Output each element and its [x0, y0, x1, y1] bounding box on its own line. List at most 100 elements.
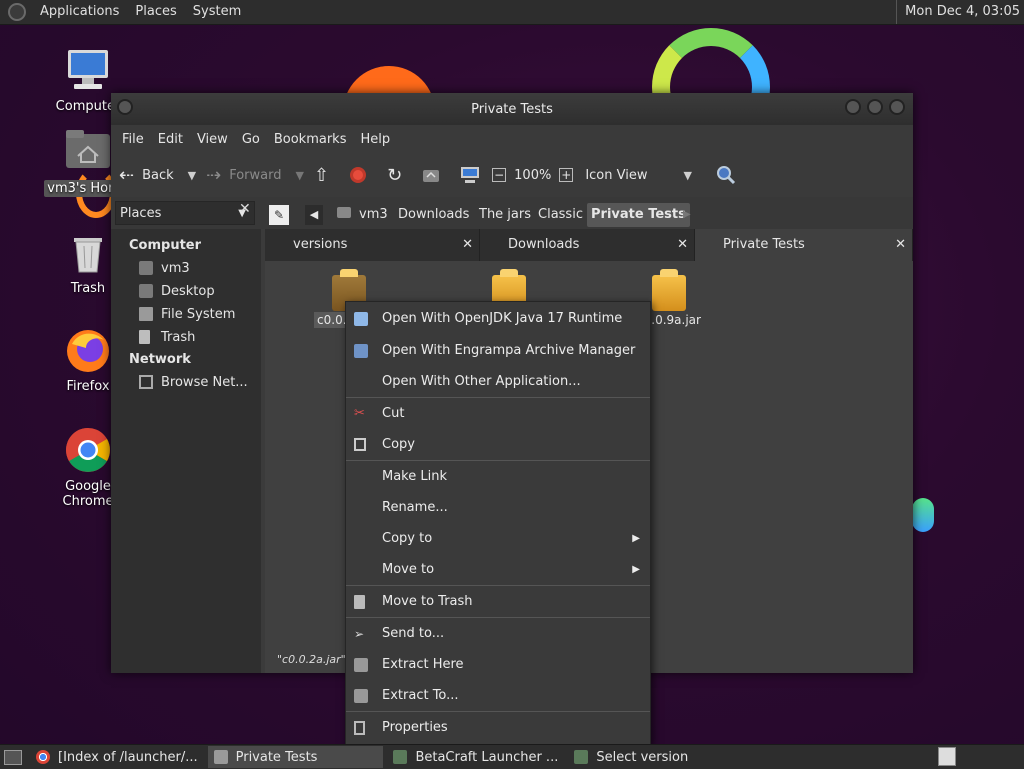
- sidebar-item-vm3[interactable]: vm3: [111, 257, 261, 280]
- menu-copy-to[interactable]: Copy to ▶: [346, 524, 650, 554]
- show-desktop-button[interactable]: [0, 746, 26, 768]
- menu-help[interactable]: Help: [353, 132, 397, 147]
- archive-manager-icon: [354, 344, 368, 358]
- view-mode-select[interactable]: Icon View: [585, 168, 647, 183]
- menu-send-to[interactable]: ➢ Send to...: [346, 619, 650, 649]
- stop-icon[interactable]: [349, 166, 367, 184]
- forward-button[interactable]: ⇢ Forward: [206, 165, 281, 186]
- zoom-in-icon[interactable]: +: [559, 168, 574, 182]
- menu-item-label: Properties: [382, 720, 448, 735]
- extract-icon: [354, 689, 368, 703]
- menu-edit[interactable]: Edit: [151, 132, 190, 147]
- edit-location-icon[interactable]: ✎: [269, 205, 289, 225]
- tab-versions[interactable]: versions ✕: [265, 229, 480, 261]
- workspace-switcher[interactable]: [938, 747, 956, 766]
- places-selector[interactable]: Places ▼: [115, 201, 255, 225]
- menu-item-label: Open With Other Application...: [382, 374, 581, 389]
- menu-move-to-trash[interactable]: Move to Trash: [346, 587, 650, 617]
- desktop-icon-label: Trash: [70, 281, 106, 296]
- mate-menu-icon[interactable]: [8, 3, 26, 21]
- menu-extract-here[interactable]: Extract Here: [346, 650, 650, 680]
- menu-item-label: Make Link: [382, 469, 447, 484]
- home-folder-icon: [139, 261, 153, 275]
- breadcrumb-left-icon[interactable]: ◀: [305, 205, 323, 225]
- close-tab-icon[interactable]: ✕: [677, 229, 688, 261]
- applications-menu[interactable]: Applications: [32, 0, 127, 24]
- forward-history-dropdown-icon[interactable]: ▼: [296, 169, 304, 182]
- sidebar-item-trash[interactable]: Trash: [111, 326, 261, 349]
- window-menu-icon[interactable]: [117, 99, 133, 115]
- menu-item-label: Cut: [382, 406, 405, 421]
- taskbar-item-chrome[interactable]: [Index of /launcher/...: [30, 746, 204, 768]
- titlebar[interactable]: Private Tests: [111, 93, 913, 125]
- up-icon[interactable]: ⇧: [314, 165, 329, 186]
- search-icon[interactable]: [716, 165, 736, 185]
- menu-file[interactable]: File: [115, 132, 151, 147]
- home-folder-icon: [64, 128, 112, 176]
- reload-icon[interactable]: ↻: [387, 165, 402, 186]
- extract-icon: [354, 658, 368, 672]
- tab-downloads[interactable]: Downloads ✕: [480, 229, 695, 261]
- desktop-folder-icon: [139, 284, 153, 298]
- zoom-out-icon[interactable]: −: [492, 168, 507, 182]
- system-menu[interactable]: System: [185, 0, 249, 24]
- breadcrumb-right-icon[interactable]: ▶: [683, 209, 691, 220]
- betacraft-icon: [393, 750, 408, 764]
- breadcrumb-the-jars[interactable]: The jars: [475, 203, 535, 227]
- taskbar-item-label: [Index of /launcher/...: [58, 749, 198, 765]
- show-desktop-icon: [4, 749, 22, 765]
- menu-bookmarks[interactable]: Bookmarks: [267, 132, 354, 147]
- maximize-icon[interactable]: [867, 99, 883, 115]
- close-tab-icon[interactable]: ✕: [462, 229, 473, 261]
- taskbar-item-file-manager[interactable]: Private Tests: [207, 746, 384, 768]
- menu-make-link[interactable]: Make Link: [346, 462, 650, 492]
- menu-item-label: Open With OpenJDK Java 17 Runtime: [382, 311, 623, 326]
- computer-location-icon[interactable]: [460, 166, 480, 184]
- sidebar-item-file-system[interactable]: File System: [111, 303, 261, 326]
- menu-open-with-java[interactable]: Open With OpenJDK Java 17 Runtime: [346, 304, 650, 334]
- menu-move-to[interactable]: Move to ▶: [346, 555, 650, 585]
- tab-private-tests[interactable]: Private Tests ✕: [695, 229, 913, 261]
- menu-properties[interactable]: Properties: [346, 713, 650, 743]
- taskbar-item-select-version[interactable]: Select version: [568, 746, 694, 768]
- close-icon[interactable]: [889, 99, 905, 115]
- menu-view[interactable]: View: [190, 132, 235, 147]
- submenu-arrow-icon: ▶: [632, 533, 640, 544]
- close-tab-icon[interactable]: ✕: [895, 229, 906, 261]
- location-row: Places ▼ ✕ ✎ ◀ vm3 Downloads The jars Cl…: [111, 197, 913, 229]
- tab-label: Downloads: [508, 237, 580, 252]
- sidebar-item-browse-network[interactable]: Browse Net...: [111, 371, 261, 394]
- menu-open-with-other[interactable]: Open With Other Application...: [346, 367, 650, 397]
- places-menu[interactable]: Places: [127, 0, 184, 24]
- places-label: Places: [120, 205, 162, 221]
- menu-cut[interactable]: ✂ Cut: [346, 399, 650, 429]
- breadcrumb-classic[interactable]: Classic: [534, 203, 587, 227]
- minimize-icon[interactable]: [845, 99, 861, 115]
- menu-item-label: Move to: [382, 562, 435, 577]
- clock[interactable]: Mon Dec 4, 03:05: [896, 0, 1020, 24]
- breadcrumb-private-tests[interactable]: Private Tests: [587, 203, 690, 227]
- breadcrumb-vm3[interactable]: vm3: [333, 203, 392, 227]
- back-history-dropdown-icon[interactable]: ▼: [188, 169, 196, 182]
- menu-open-with-engrampa[interactable]: Open With Engrampa Archive Manager: [346, 336, 650, 366]
- menu-rename[interactable]: Rename...: [346, 493, 650, 523]
- breadcrumb-downloads[interactable]: Downloads: [394, 203, 473, 227]
- sidebar-close-icon[interactable]: ✕: [239, 201, 251, 217]
- forward-label: Forward: [229, 167, 282, 183]
- back-arrow-icon: ⇠: [119, 164, 135, 186]
- trash-icon: [354, 595, 365, 609]
- taskbar-item-betacraft[interactable]: BetaCraft Launcher ...: [387, 746, 564, 768]
- menu-item-label: Rename...: [382, 500, 448, 515]
- menubar: File Edit View Go Bookmarks Help: [111, 125, 913, 153]
- menu-extract-to[interactable]: Extract To...: [346, 681, 650, 711]
- taskbar: [Index of /launcher/... Private Tests Be…: [0, 744, 1024, 769]
- zoom-level[interactable]: 100%: [514, 168, 551, 183]
- back-button[interactable]: ⇠ Back: [119, 165, 174, 186]
- menu-copy[interactable]: Copy: [346, 430, 650, 460]
- menu-go[interactable]: Go: [235, 132, 267, 147]
- trash-icon: [64, 228, 112, 276]
- home-icon[interactable]: [422, 167, 440, 183]
- view-mode-dropdown-icon[interactable]: ▼: [683, 169, 691, 182]
- sidebar-item-label: Trash: [161, 330, 196, 345]
- sidebar-item-desktop[interactable]: Desktop: [111, 280, 261, 303]
